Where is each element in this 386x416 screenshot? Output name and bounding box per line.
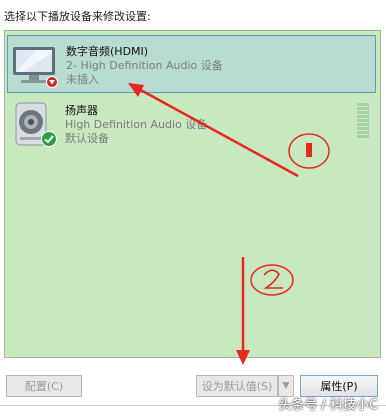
level-meter-segment [357, 103, 369, 106]
watermark: 头条号 / 科技小C [278, 398, 378, 413]
level-meter-segment [357, 111, 369, 114]
level-meter-segment [357, 135, 369, 138]
instruction-text: 选择以下播放设备来修改设置: [4, 10, 151, 23]
level-meter-segment [357, 115, 369, 118]
volume-level-meter [357, 103, 369, 139]
device-item-hdmi[interactable]: 数字音频(HDMI) 2- High Definition Audio 设备 未… [7, 35, 376, 93]
set-default-button[interactable]: 设为默认值(S) [196, 375, 278, 397]
configure-button[interactable]: 配置(C) [6, 375, 82, 397]
device-state: 默认设备 [65, 132, 109, 145]
playback-device-list[interactable]: 数字音频(HDMI) 2- High Definition Audio 设备 未… [4, 30, 381, 358]
level-meter-segment [357, 119, 369, 122]
level-meter-segment [357, 131, 369, 134]
level-meter-segment [357, 107, 369, 110]
level-meter-segment [357, 123, 369, 126]
device-item-speaker[interactable]: 扬声器 High Definition Audio 设备 默认设备 [7, 95, 376, 153]
device-state: 未插入 [66, 73, 99, 86]
unplugged-badge-icon [46, 76, 58, 91]
level-meter-segment [357, 127, 369, 130]
default-check-icon [41, 131, 57, 150]
